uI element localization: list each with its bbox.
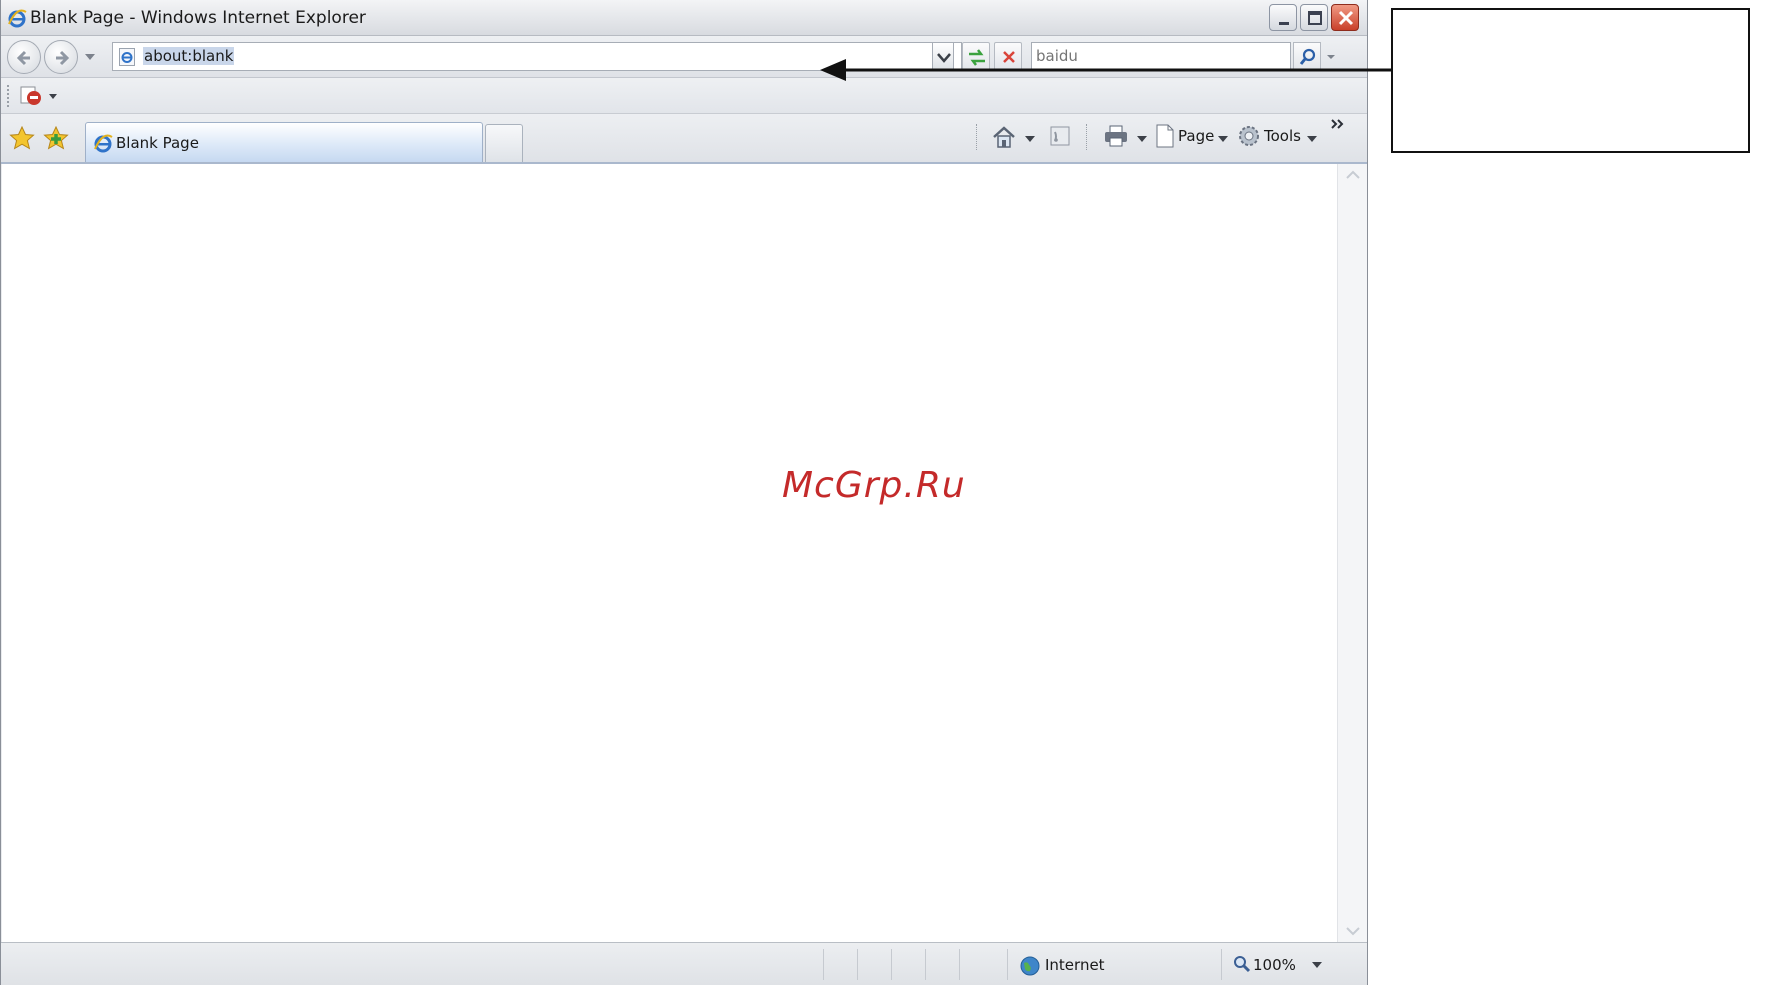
- callout-box: [1391, 8, 1750, 153]
- arrowhead-icon: [820, 59, 846, 81]
- figure: Blank Page - Windows Internet Explorer a…: [0, 0, 1766, 985]
